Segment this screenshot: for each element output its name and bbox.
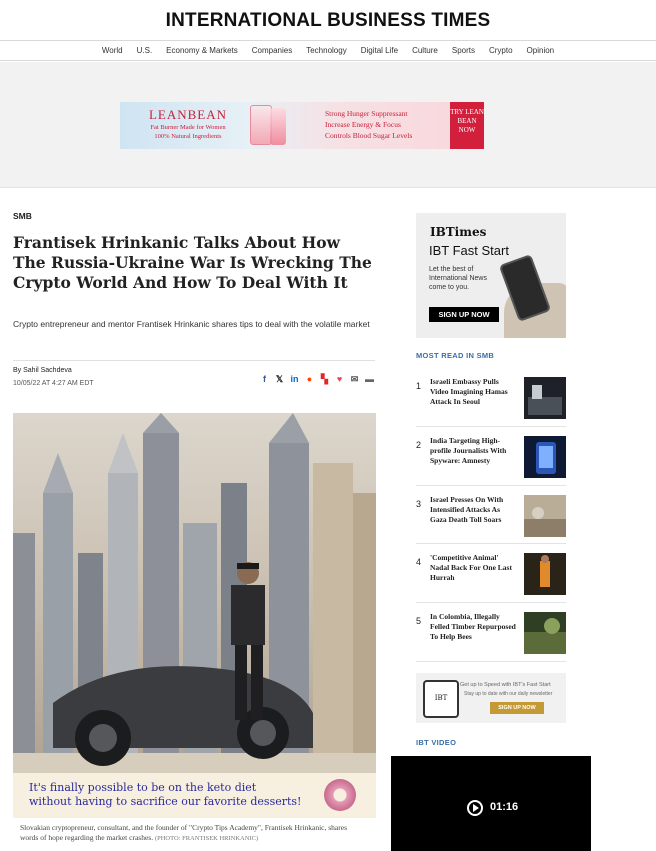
section-label[interactable]: SMB bbox=[13, 211, 32, 221]
photo-credit: (PHOTO: FRANTISEK HRINKANIC) bbox=[154, 835, 259, 842]
sign-up-button[interactable]: SIGN UP NOW bbox=[429, 307, 499, 322]
nav-item-companies[interactable]: Companies bbox=[252, 46, 292, 55]
most-read-title[interactable]: In Colombia, Illegally Felled Timber Rep… bbox=[430, 612, 518, 642]
most-read-heading: MOST READ IN SMB bbox=[416, 351, 495, 360]
nav-item-culture[interactable]: Culture bbox=[412, 46, 438, 55]
facebook-icon[interactable]: f bbox=[260, 374, 269, 385]
divider bbox=[416, 661, 566, 662]
ad-benefits: Strong Hunger Suppressant Increase Energ… bbox=[325, 108, 412, 141]
donut-icon bbox=[324, 779, 356, 811]
rank-number: 2 bbox=[416, 440, 422, 450]
keto-ad-line: without having to sacrifice our favorite… bbox=[29, 795, 302, 808]
tablet-icon: IBT bbox=[423, 680, 459, 718]
article-date: 10/05/22 AT 4:27 AM EDT bbox=[13, 380, 94, 387]
video-heading: IBT VIDEO bbox=[416, 738, 457, 747]
divider bbox=[13, 360, 375, 361]
keto-ad-line: It's finally possible to be on the keto … bbox=[29, 781, 257, 794]
divider bbox=[416, 426, 566, 427]
top-nav: World U.S. Economy & Markets Companies T… bbox=[0, 40, 656, 61]
article-thumbnail[interactable] bbox=[524, 495, 566, 537]
keto-ad-text: It's finally possible to be on the keto … bbox=[29, 781, 301, 809]
article-headline: Frantisek Hrinkanic Talks About How The … bbox=[13, 233, 372, 292]
ad-cta-button[interactable]: TRY LEAN BEAN NOW bbox=[450, 102, 484, 149]
share-bar: f 𝕏 in ● ▚ ♥ ✉ ▬ bbox=[260, 374, 374, 385]
reddit-icon[interactable]: ● bbox=[305, 374, 314, 385]
ad-benefit: Increase Energy & Focus bbox=[325, 120, 401, 129]
email-icon[interactable]: ✉ bbox=[350, 374, 359, 385]
product-box-icon bbox=[270, 108, 286, 145]
fast-start-subtext: Stay up to date with our daily newslette… bbox=[464, 691, 553, 697]
rank-number: 5 bbox=[416, 616, 422, 626]
divider bbox=[416, 602, 566, 603]
nav-item-technology[interactable]: Technology bbox=[306, 46, 346, 55]
most-read-item[interactable]: 2 India Targeting High-profile Journalis… bbox=[416, 436, 566, 484]
video-player[interactable]: 01:16 bbox=[391, 756, 591, 851]
leanbean-ad-banner[interactable]: LEANBEAN Fat Burner Made for Women 100% … bbox=[120, 102, 484, 149]
ad-benefit: Strong Hunger Suppressant bbox=[325, 109, 408, 118]
nav-item-opinion[interactable]: Opinion bbox=[527, 46, 555, 55]
product-jar-icon bbox=[250, 105, 272, 145]
rank-number: 1 bbox=[416, 381, 422, 391]
ad-band: LEANBEAN Fat Burner Made for Women 100% … bbox=[0, 62, 656, 188]
fast-start-heading: Get up to Speed with IBT's Fast Start bbox=[460, 682, 551, 688]
hero-photo bbox=[13, 413, 376, 818]
most-read-title[interactable]: India Targeting High-profile Journalists… bbox=[430, 436, 518, 466]
photo-caption: Slovakian cryptopreneur, consultant, and… bbox=[20, 823, 365, 844]
nav-item-economy-markets[interactable]: Economy & Markets bbox=[166, 46, 238, 55]
most-read-item[interactable]: 3 Israel Presses On With Intensified Att… bbox=[416, 495, 566, 543]
ad-brand: LEANBEAN Fat Burner Made for Women 100% … bbox=[138, 107, 238, 141]
article-thumbnail[interactable] bbox=[524, 436, 566, 478]
ibt-fast-start-ad[interactable]: IBTimes IBT Fast Start Let the best of I… bbox=[416, 213, 566, 338]
nav-item-crypto[interactable]: Crypto bbox=[489, 46, 513, 55]
nav-item-us[interactable]: U.S. bbox=[137, 46, 153, 55]
most-read-item[interactable]: 1 Israeli Embassy Pulls Video Imagining … bbox=[416, 377, 566, 425]
flipboard-icon[interactable]: ▚ bbox=[320, 374, 329, 385]
article-summary: Crypto entrepreneur and mentor Frantisek… bbox=[13, 319, 370, 329]
sidebar-ad-desc: Let the best of International News come … bbox=[429, 266, 487, 291]
article-author[interactable]: By Sahil Sachdeva bbox=[13, 367, 72, 374]
nav-item-sports[interactable]: Sports bbox=[452, 46, 475, 55]
nav-item-world[interactable]: World bbox=[102, 46, 123, 55]
comment-icon[interactable]: ▬ bbox=[365, 374, 374, 385]
ad-brand-name: LEANBEAN bbox=[148, 107, 228, 122]
most-read-title[interactable]: Israeli Embassy Pulls Video Imagining Ha… bbox=[430, 377, 518, 407]
most-read-title[interactable]: Israel Presses On With Intensified Attac… bbox=[430, 495, 518, 525]
ad-benefit: Controls Blood Sugar Levels bbox=[325, 131, 413, 140]
x-icon[interactable]: 𝕏 bbox=[275, 374, 284, 385]
play-icon[interactable] bbox=[467, 800, 483, 816]
masthead: INTERNATIONAL BUSINESS TIMES bbox=[0, 0, 656, 40]
most-read-item[interactable]: 4 'Competitive Animal' Nadal Back For On… bbox=[416, 553, 566, 601]
divider bbox=[416, 543, 566, 544]
most-read-title[interactable]: 'Competitive Animal' Nadal Back For One … bbox=[430, 553, 518, 583]
divider bbox=[416, 485, 566, 486]
rank-number: 3 bbox=[416, 499, 422, 509]
ibtimes-logo: IBTimes bbox=[430, 225, 487, 239]
linkedin-icon[interactable]: in bbox=[290, 374, 299, 385]
rank-number: 4 bbox=[416, 557, 422, 567]
pocket-icon[interactable]: ♥ bbox=[335, 374, 344, 385]
article-thumbnail[interactable] bbox=[524, 377, 566, 419]
article-thumbnail[interactable] bbox=[524, 612, 566, 654]
article-thumbnail[interactable] bbox=[524, 553, 566, 595]
skyline-illustration bbox=[13, 413, 376, 818]
ad-tagline-1: Fat Burner Made for Women bbox=[150, 124, 226, 131]
nav-item-digital-life[interactable]: Digital Life bbox=[361, 46, 398, 55]
fast-start-sign-up-button[interactable]: SIGN UP NOW bbox=[490, 702, 544, 714]
ad-tagline-2: 100% Natural Ingredients bbox=[154, 133, 222, 140]
video-duration: 01:16 bbox=[490, 801, 519, 813]
fast-start-banner[interactable]: IBT Get up to Speed with IBT's Fast Star… bbox=[416, 673, 566, 723]
sidebar-ad-title: IBT Fast Start bbox=[429, 243, 509, 258]
keto-inline-ad[interactable]: It's finally possible to be on the keto … bbox=[13, 773, 376, 818]
site-logo[interactable]: INTERNATIONAL BUSINESS TIMES bbox=[166, 10, 491, 32]
most-read-item[interactable]: 5 In Colombia, Illegally Felled Timber R… bbox=[416, 612, 566, 660]
